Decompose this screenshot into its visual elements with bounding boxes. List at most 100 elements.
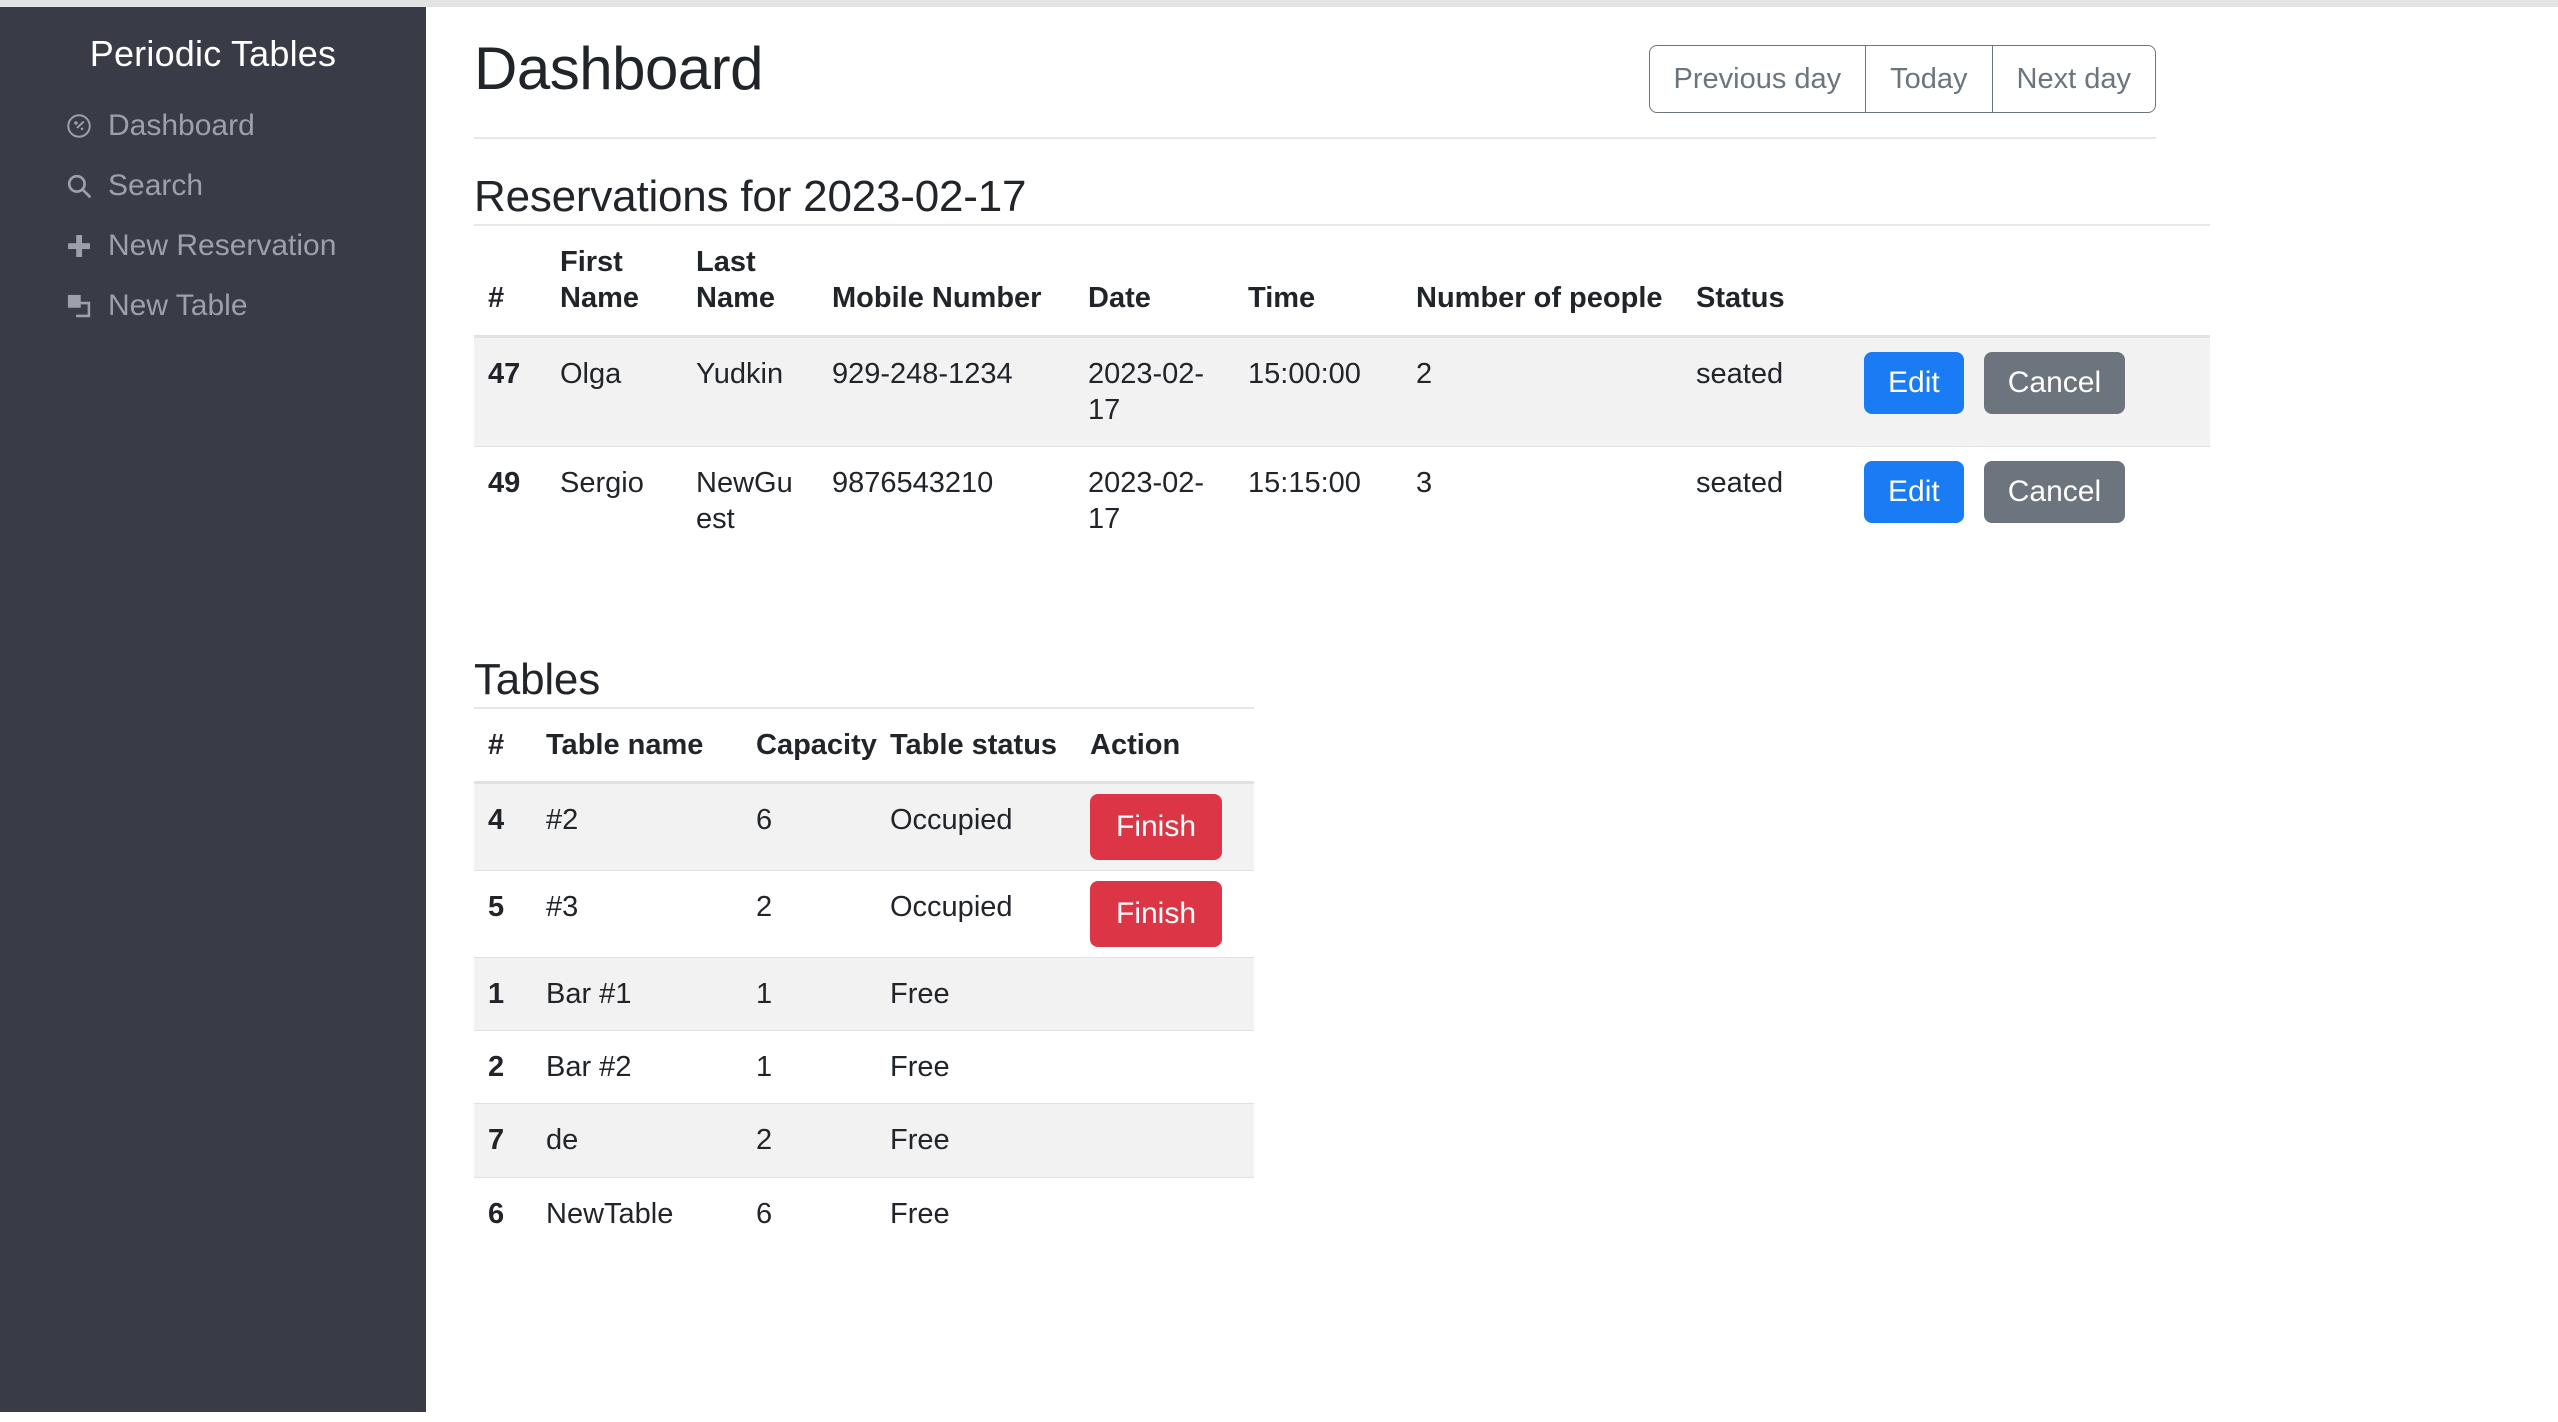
- header-divider: [474, 137, 2156, 139]
- next-day-button[interactable]: Next day: [1993, 46, 2155, 112]
- day-navigation-group: Previous day Today Next day: [1648, 45, 2156, 113]
- column-header-id: #: [474, 706, 532, 784]
- table-action: [1076, 1103, 1254, 1177]
- reservation-status: seated: [1682, 446, 1850, 556]
- reservation-date: 2023-02-17: [1074, 335, 1234, 447]
- column-header-date: Date: [1074, 224, 1234, 338]
- table-action: Finish: [1076, 781, 1254, 871]
- table-row: 4 #2 6 Occupied Finish: [474, 781, 1254, 871]
- tables-table: # Table name Capacity Table status Actio…: [474, 706, 1254, 1250]
- table-action: [1076, 1176, 1254, 1250]
- table-capacity: 6: [742, 1176, 876, 1250]
- cancel-button[interactable]: Cancel: [1983, 461, 2126, 523]
- reservation-actions: Edit Cancel: [1850, 335, 2210, 447]
- finish-button[interactable]: Finish: [1090, 793, 1223, 860]
- reservation-time: 15:00:00: [1234, 335, 1402, 447]
- column-header-first-name: First Name: [546, 224, 682, 338]
- table-header-row: # Table name Capacity Table status Actio…: [474, 706, 1254, 784]
- table-row: 5 #3 2 Occupied Finish: [474, 869, 1254, 958]
- sidebar-item-label: Search: [108, 169, 204, 202]
- finish-button[interactable]: Finish: [1090, 880, 1223, 947]
- reservation-id: 49: [474, 446, 546, 556]
- main-content: Dashboard Previous day Today Next day Re…: [426, 7, 2558, 1422]
- sidebar-item-new-table[interactable]: New Table: [0, 276, 426, 336]
- reservation-people: 3: [1402, 446, 1682, 556]
- reservation-actions: Edit Cancel: [1850, 446, 2210, 556]
- sidebar-item-search[interactable]: Search: [0, 156, 426, 216]
- table-capacity: 1: [742, 956, 876, 1031]
- reservation-last-name: Yudkin: [682, 335, 818, 447]
- column-header-last-name: Last Name: [682, 224, 818, 338]
- cancel-button[interactable]: Cancel: [1983, 351, 2126, 414]
- table-status: Free: [876, 1029, 1076, 1104]
- edit-button[interactable]: Edit: [1864, 461, 1964, 523]
- page-title: Dashboard: [474, 35, 764, 102]
- search-icon: [64, 171, 94, 201]
- table-row: 6 NewTable 6 Free: [474, 1176, 1254, 1250]
- tables-section-title: Tables: [474, 654, 600, 704]
- column-header-actions: [1850, 224, 2210, 338]
- table-header-row: # First Name Last Name Mobile Number Dat…: [474, 224, 2210, 338]
- table-row: 49 Sergio NewGuest 9876543210 2023-02-17…: [474, 446, 2210, 556]
- today-button[interactable]: Today: [1866, 46, 1993, 112]
- sidebar: Periodic Tables Dashboard Search New Res…: [0, 7, 426, 1412]
- sidebar-item-label: New Reservation: [108, 229, 337, 262]
- table-id: 4: [474, 781, 532, 871]
- table-status: Free: [876, 956, 1076, 1031]
- dashboard-icon: [64, 111, 94, 141]
- column-header-mobile-number: Mobile Number: [818, 224, 1074, 338]
- column-header-table-status: Table status: [876, 706, 1076, 784]
- table-name: NewTable: [532, 1176, 742, 1250]
- sidebar-item-label: Dashboard: [108, 109, 255, 142]
- table-status: Free: [876, 1176, 1076, 1250]
- table-row: 2 Bar #2 1 Free: [474, 1029, 1254, 1104]
- sidebar-item-dashboard[interactable]: Dashboard: [0, 96, 426, 156]
- reservation-mobile-number: 9876543210: [818, 446, 1074, 556]
- table-action: Finish: [1076, 869, 1254, 958]
- app-window: Periodic Tables Dashboard Search New Res…: [0, 0, 2558, 1422]
- page-header: Dashboard Previous day Today Next day: [426, 7, 2558, 113]
- table-id: 7: [474, 1103, 532, 1177]
- reservation-date: 2023-02-17: [1074, 446, 1234, 556]
- column-header-status: Status: [1682, 224, 1850, 338]
- column-header-action: Action: [1076, 706, 1254, 784]
- table-capacity: 2: [742, 1103, 876, 1177]
- column-header-capacity: Capacity: [742, 706, 877, 784]
- column-header-number-of-people: Number of people: [1402, 224, 1682, 338]
- table-name: #2: [532, 781, 742, 871]
- table-status: Free: [876, 1103, 1076, 1177]
- reservation-status: seated: [1682, 335, 1850, 447]
- table-row: 7 de 2 Free: [474, 1103, 1254, 1177]
- table-action: [1076, 1029, 1254, 1104]
- window-top-edge: [0, 0, 2558, 7]
- app-brand: Periodic Tables: [89, 33, 337, 74]
- reservations-table: # First Name Last Name Mobile Number Dat…: [474, 224, 2210, 556]
- column-header-time: Time: [1234, 224, 1402, 338]
- table-status: Occupied: [876, 781, 1076, 871]
- table-id: 1: [474, 956, 532, 1031]
- column-header-table-name: Table name: [532, 706, 742, 784]
- sidebar-item-label: New Table: [108, 289, 248, 322]
- sidebar-nav: Dashboard Search New Reservation New Tab…: [0, 96, 426, 336]
- reservations-section-title: Reservations for 2023-02-17: [474, 172, 1027, 221]
- reservation-first-name: Sergio: [546, 446, 682, 556]
- reservation-mobile-number: 929-248-1234: [818, 335, 1074, 447]
- plus-icon: [64, 231, 94, 261]
- layers-icon: [64, 291, 94, 321]
- sidebar-item-new-reservation[interactable]: New Reservation: [0, 216, 426, 276]
- table-capacity: 2: [742, 869, 876, 958]
- table-row: 1 Bar #1 1 Free: [474, 956, 1254, 1031]
- table-status: Occupied: [876, 869, 1076, 958]
- table-name: de: [532, 1103, 742, 1177]
- previous-day-button[interactable]: Previous day: [1650, 46, 1867, 112]
- reservation-time: 15:15:00: [1234, 446, 1402, 556]
- table-id: 6: [474, 1176, 532, 1250]
- table-row: 47 Olga Yudkin 929-248-1234 2023-02-17 1…: [474, 335, 2210, 447]
- table-action: [1076, 956, 1254, 1031]
- table-id: 5: [474, 869, 532, 958]
- reservation-first-name: Olga: [546, 335, 682, 447]
- reservation-id: 47: [474, 335, 546, 447]
- reservation-last-name: NewGuest: [682, 446, 818, 556]
- edit-button[interactable]: Edit: [1864, 351, 1964, 414]
